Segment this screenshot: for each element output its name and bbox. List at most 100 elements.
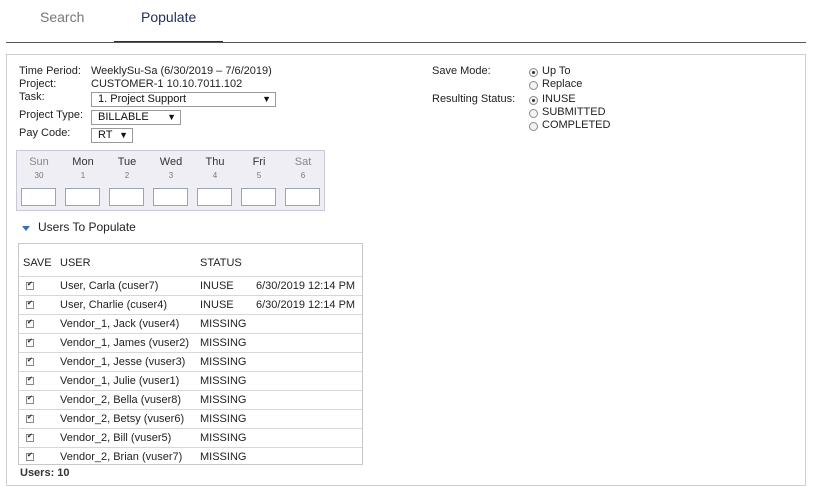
day-name: Thu bbox=[205, 156, 225, 168]
save-mode-replace-radio[interactable] bbox=[529, 81, 538, 90]
dropdown-arrow-icon: ▼ bbox=[167, 112, 176, 122]
save-mode-label: Save Mode: bbox=[432, 65, 491, 77]
task-select-value: 1. Project Support bbox=[98, 93, 187, 105]
save-checkbox[interactable] bbox=[26, 432, 34, 442]
status-cell: MISSING bbox=[200, 432, 247, 444]
user-cell: Vendor_2, Betsy (vuser6) bbox=[60, 413, 185, 425]
save-checkbox[interactable] bbox=[26, 394, 34, 404]
user-cell: Vendor_2, Brian (vuser7) bbox=[60, 451, 183, 463]
status-submitted-radio[interactable] bbox=[529, 109, 538, 118]
save-checkbox[interactable] bbox=[26, 375, 34, 385]
day-hours-input[interactable] bbox=[153, 188, 188, 206]
project-type-label: Project Type: bbox=[19, 109, 83, 121]
task-label: Task: bbox=[19, 91, 45, 103]
day-name: Fri bbox=[252, 156, 266, 168]
time-period-label: Time Period: bbox=[19, 65, 81, 77]
status-inuse-label: INUSE bbox=[542, 93, 576, 105]
timestamp-cell: 6/30/2019 12:14 PM bbox=[256, 299, 356, 311]
save-checkbox[interactable] bbox=[26, 280, 34, 290]
save-checkbox[interactable] bbox=[26, 318, 34, 328]
table-row: Vendor_1, Jack (vuser4) MISSING bbox=[19, 314, 362, 333]
project-label: Project: bbox=[19, 78, 57, 90]
user-cell: User, Carla (cuser7) bbox=[60, 280, 159, 292]
column-header-user: USER bbox=[60, 257, 91, 269]
table-row: User, Carla (cuser7) INUSE 6/30/2019 12:… bbox=[19, 276, 362, 295]
save-checkbox[interactable] bbox=[26, 451, 34, 461]
pay-code-label: Pay Code: bbox=[19, 127, 71, 139]
table-row: Vendor_1, James (vuser2) MISSING bbox=[19, 333, 362, 352]
dropdown-arrow-icon: ▼ bbox=[262, 94, 271, 104]
day-hours-input[interactable] bbox=[109, 188, 144, 206]
save-checkbox[interactable] bbox=[26, 413, 34, 423]
task-select[interactable]: 1. Project Support ▼ bbox=[91, 92, 276, 107]
day-hours-input[interactable] bbox=[65, 188, 100, 206]
user-cell: User, Charlie (cuser4) bbox=[60, 299, 167, 311]
pay-code-select[interactable]: RT ▼ bbox=[91, 128, 133, 143]
status-cell: MISSING bbox=[200, 451, 247, 463]
day-name: Sat bbox=[294, 156, 312, 168]
save-mode-up-to-label: Up To bbox=[542, 65, 571, 77]
user-cell: Vendor_1, Julie (vuser1) bbox=[60, 375, 180, 387]
table-row: User, Charlie (cuser4) INUSE 6/30/2019 1… bbox=[19, 295, 362, 314]
status-cell: MISSING bbox=[200, 413, 247, 425]
status-cell: MISSING bbox=[200, 337, 247, 349]
user-cell: Vendor_2, Bella (vuser8) bbox=[60, 394, 182, 406]
day-number: 6 bbox=[300, 171, 306, 180]
save-checkbox[interactable] bbox=[26, 299, 34, 309]
status-completed-label: COMPLETED bbox=[542, 119, 611, 131]
tab-bar: Search Populate bbox=[0, 0, 819, 44]
table-row: Vendor_1, Jesse (vuser3) MISSING bbox=[19, 352, 362, 371]
users-count: Users: 10 bbox=[20, 467, 70, 479]
day-hours-input[interactable] bbox=[197, 188, 232, 206]
day-name: Mon bbox=[72, 156, 94, 168]
tab-search[interactable]: Search bbox=[40, 9, 84, 25]
timestamp-cell: 6/30/2019 12:14 PM bbox=[256, 280, 356, 292]
save-mode-replace-label: Replace bbox=[542, 78, 583, 90]
status-cell: INUSE bbox=[200, 299, 234, 311]
users-section-title[interactable]: Users To Populate bbox=[38, 220, 136, 234]
resulting-status-label: Resulting Status: bbox=[432, 93, 516, 105]
day-name: Wed bbox=[159, 156, 183, 168]
status-cell: MISSING bbox=[200, 375, 247, 387]
save-checkbox[interactable] bbox=[26, 356, 34, 366]
table-row: Vendor_2, Brian (vuser7) MISSING bbox=[19, 447, 362, 466]
tab-bar-divider bbox=[6, 42, 806, 43]
project-value: CUSTOMER-1 10.10.7011.102 bbox=[91, 78, 243, 90]
column-header-status: STATUS bbox=[200, 257, 242, 269]
day-number: 3 bbox=[168, 171, 174, 180]
user-cell: Vendor_1, Jack (vuser4) bbox=[60, 318, 180, 330]
user-cell: Vendor_1, James (vuser2) bbox=[60, 337, 190, 349]
day-number: 30 bbox=[34, 171, 44, 180]
table-row: Vendor_2, Betsy (vuser6) MISSING bbox=[19, 409, 362, 428]
status-submitted-label: SUBMITTED bbox=[542, 106, 606, 118]
pay-code-select-value: RT bbox=[98, 129, 113, 141]
save-checkbox[interactable] bbox=[26, 337, 34, 347]
table-row: Vendor_2, Bella (vuser8) MISSING bbox=[19, 390, 362, 409]
day-number: 5 bbox=[256, 171, 262, 180]
users-table: SAVE USER STATUS User, Carla (cuser7) IN… bbox=[18, 243, 363, 465]
day-hours-input[interactable] bbox=[241, 188, 276, 206]
user-cell: Vendor_2, Bill (vuser5) bbox=[60, 432, 172, 444]
tab-populate[interactable]: Populate bbox=[141, 9, 196, 25]
day-name: Sun bbox=[29, 156, 49, 168]
day-number: 4 bbox=[212, 171, 218, 180]
table-row: Vendor_1, Julie (vuser1) MISSING bbox=[19, 371, 362, 390]
day-hours-grid: Sun 30 Mon 1 Tue 2 Wed 3 Thu 4 Fri 5 Sat… bbox=[16, 150, 325, 211]
day-hours-input[interactable] bbox=[285, 188, 320, 206]
status-cell: MISSING bbox=[200, 356, 247, 368]
save-mode-up-to-radio[interactable] bbox=[529, 68, 538, 77]
day-hours-input[interactable] bbox=[21, 188, 56, 206]
status-cell: MISSING bbox=[200, 318, 247, 330]
project-type-select-value: BILLABLE bbox=[98, 111, 149, 123]
status-completed-radio[interactable] bbox=[529, 122, 538, 131]
day-name: Tue bbox=[117, 156, 137, 168]
day-number: 1 bbox=[80, 171, 86, 180]
status-cell: INUSE bbox=[200, 280, 234, 292]
project-type-select[interactable]: BILLABLE ▼ bbox=[91, 110, 181, 125]
status-cell: MISSING bbox=[200, 394, 247, 406]
collapse-caret-icon[interactable] bbox=[22, 226, 30, 231]
user-cell: Vendor_1, Jesse (vuser3) bbox=[60, 356, 186, 368]
dropdown-arrow-icon: ▼ bbox=[119, 130, 128, 140]
time-period-value: WeeklySu-Sa (6/30/2019 – 7/6/2019) bbox=[91, 65, 272, 77]
status-inuse-radio[interactable] bbox=[529, 96, 538, 105]
